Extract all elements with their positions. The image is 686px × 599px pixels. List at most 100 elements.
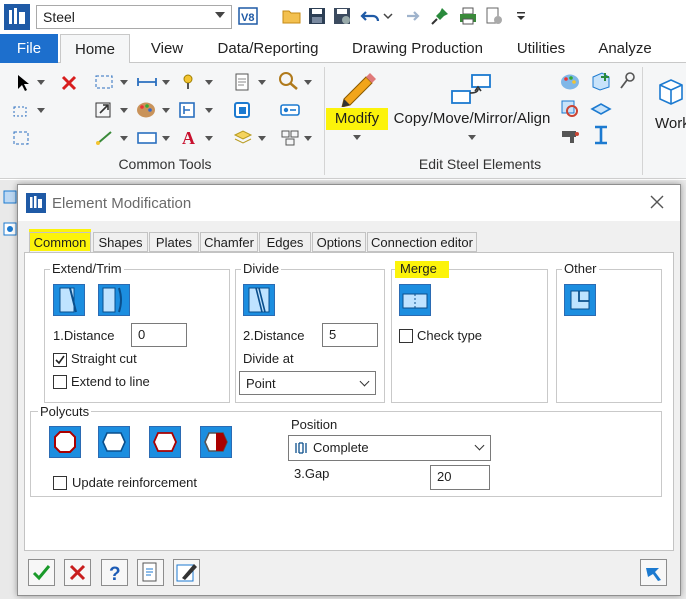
tab-analyze[interactable]: Analyze	[590, 34, 660, 63]
pin-icon[interactable]	[430, 6, 450, 26]
divide-at-select[interactable]: Point	[239, 371, 376, 395]
edit-button[interactable]	[173, 559, 200, 586]
tab-data-reporting[interactable]: Data/Reporting	[208, 34, 328, 63]
measure-icon[interactable]	[136, 73, 158, 94]
tab-view[interactable]: View	[138, 34, 196, 63]
file-tab[interactable]: File	[0, 34, 58, 63]
help-button[interactable]: ?	[101, 559, 128, 586]
save-icon[interactable]	[307, 6, 327, 26]
customize-toolbar-icon[interactable]	[514, 6, 534, 26]
close-icon[interactable]	[650, 195, 664, 212]
tab-connection-editor[interactable]: Connection editor	[367, 232, 477, 252]
delete-x-icon[interactable]	[60, 74, 78, 95]
snap-icon[interactable]	[178, 73, 198, 94]
tab-drawing-production[interactable]: Drawing Production	[345, 34, 490, 63]
update-reinforcement-checkbox[interactable]	[53, 476, 67, 490]
chevron-down-icon[interactable]	[258, 80, 266, 85]
chevron-down-icon[interactable]	[37, 108, 45, 113]
extend-distance-input[interactable]: 0	[131, 323, 187, 347]
level-icon[interactable]	[178, 101, 198, 122]
plate-icon[interactable]	[590, 99, 612, 122]
chevron-down-icon[interactable]	[162, 80, 170, 85]
polycut-rounded-button[interactable]	[149, 426, 181, 458]
undo-icon[interactable]	[360, 6, 380, 26]
layers-icon[interactable]	[233, 129, 253, 150]
copy-element-icon[interactable]	[233, 101, 251, 122]
chevron-down-icon[interactable]	[205, 136, 213, 141]
open-folder-icon[interactable]	[282, 6, 302, 26]
print-icon[interactable]	[458, 6, 478, 26]
document-icon[interactable]	[233, 73, 251, 94]
chevron-down-icon[interactable]	[120, 136, 128, 141]
other-modify-button[interactable]	[564, 284, 596, 316]
workset-dropdown[interactable]: Steel	[36, 5, 232, 29]
chevron-down-icon[interactable]	[304, 80, 312, 85]
work-button[interactable]: Work	[655, 115, 686, 132]
chevron-down-icon[interactable]	[162, 108, 170, 113]
properties-icon[interactable]	[280, 101, 300, 122]
chevron-down-icon[interactable]	[205, 80, 213, 85]
fence-icon[interactable]	[12, 129, 30, 150]
straight-cut-checkbox[interactable]	[53, 353, 67, 367]
page-settings-icon[interactable]	[484, 6, 504, 26]
divide-distance-input[interactable]: 5	[322, 323, 378, 347]
tab-utilities[interactable]: Utilities	[505, 34, 577, 63]
side-tool-icon[interactable]	[3, 222, 17, 239]
polycut-hexagon-button[interactable]	[98, 426, 130, 458]
work-icon[interactable]	[656, 77, 686, 110]
pick-tool-icon[interactable]	[618, 71, 638, 94]
chevron-down-icon[interactable]	[468, 135, 476, 140]
position-select[interactable]: Complete	[288, 435, 491, 461]
inspect-element-icon[interactable]	[560, 99, 582, 122]
settings-document-button[interactable]	[137, 559, 164, 586]
tab-plates[interactable]: Plates	[149, 232, 199, 252]
pin-dialog-button[interactable]	[640, 559, 667, 586]
divide-button[interactable]	[243, 284, 275, 316]
palette-icon[interactable]	[136, 101, 156, 122]
redo-icon[interactable]	[400, 6, 420, 26]
copy-move-mirror-align-button[interactable]: Copy/Move/Mirror/Align	[388, 110, 556, 127]
merge-button[interactable]	[399, 284, 431, 316]
chevron-down-icon[interactable]	[258, 136, 266, 141]
save-settings-icon[interactable]	[332, 6, 352, 26]
tab-home[interactable]: Home	[60, 34, 130, 64]
rectangle-select-icon[interactable]	[94, 73, 114, 94]
grid-icon[interactable]	[280, 129, 300, 150]
tab-options[interactable]: Options	[312, 232, 366, 252]
polycut-octagon-button[interactable]	[49, 426, 81, 458]
selection-set-icon[interactable]	[12, 101, 30, 122]
rectangle-icon[interactable]	[136, 129, 158, 150]
tab-chamfer[interactable]: Chamfer	[200, 232, 258, 252]
undo-dropdown-icon[interactable]	[382, 6, 402, 26]
tab-shapes[interactable]: Shapes	[93, 232, 148, 252]
bolt-gun-icon[interactable]	[560, 125, 582, 148]
check-type-checkbox[interactable]	[399, 329, 413, 343]
copy-move-icon[interactable]	[450, 71, 494, 107]
gap-input[interactable]: 20	[430, 465, 490, 490]
text-icon[interactable]: A	[180, 127, 200, 150]
modify-pencil-icon[interactable]	[336, 69, 380, 108]
color-palette-icon[interactable]	[560, 73, 580, 94]
select-arrow-icon[interactable]	[14, 73, 32, 96]
polycut-half-button[interactable]	[200, 426, 232, 458]
chevron-down-icon[interactable]	[120, 80, 128, 85]
extend-trim-button[interactable]	[53, 284, 85, 316]
ibeam-icon[interactable]	[592, 125, 610, 148]
chevron-down-icon[interactable]	[37, 80, 45, 85]
chevron-down-icon[interactable]	[120, 108, 128, 113]
add-element-icon[interactable]	[590, 71, 612, 94]
tab-common[interactable]: Common	[29, 232, 91, 253]
trim-to-element-button[interactable]	[98, 284, 130, 316]
v8-icon[interactable]: V8	[238, 6, 258, 26]
extend-to-line-checkbox[interactable]	[53, 375, 67, 389]
modify-button[interactable]: Modify	[326, 110, 388, 127]
chevron-down-icon[interactable]	[162, 136, 170, 141]
side-tool-icon[interactable]	[3, 190, 17, 207]
chevron-down-icon[interactable]	[353, 135, 361, 140]
chevron-down-icon[interactable]	[205, 108, 213, 113]
ok-button[interactable]	[28, 559, 55, 586]
line-style-icon[interactable]	[94, 129, 114, 150]
find-icon[interactable]	[278, 71, 300, 94]
resize-icon[interactable]	[94, 101, 114, 122]
tab-edges[interactable]: Edges	[259, 232, 311, 252]
